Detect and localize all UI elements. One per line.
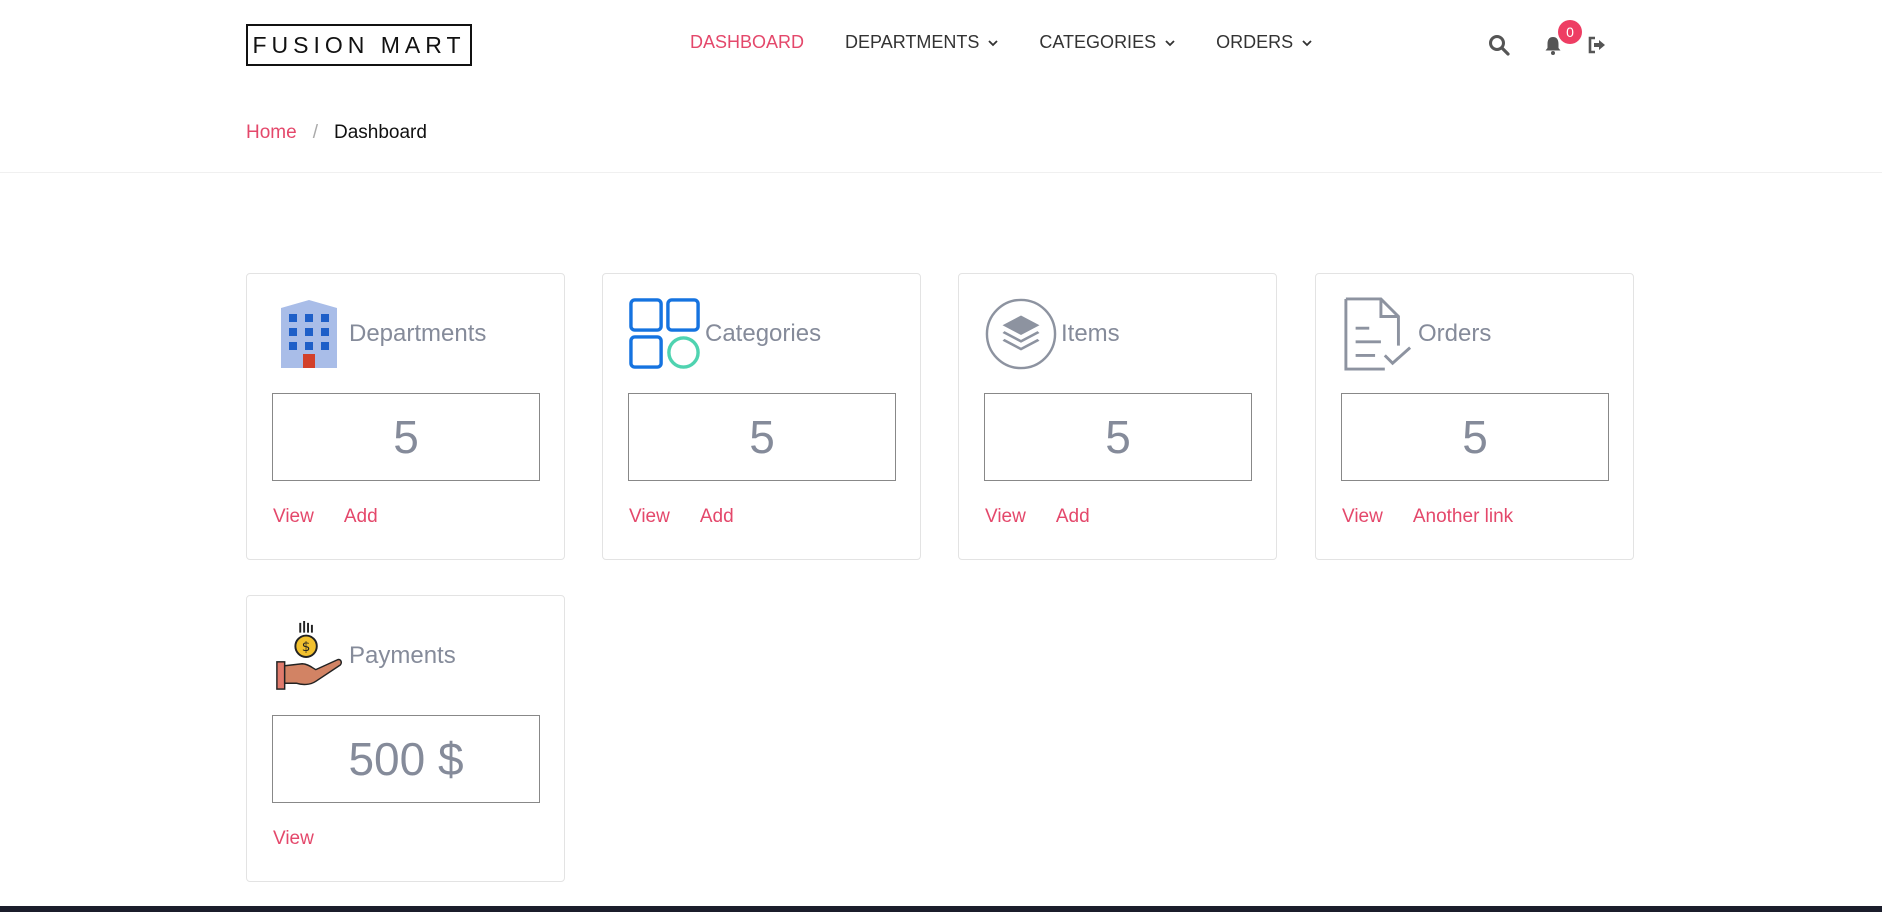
view-link[interactable]: View — [985, 506, 1026, 528]
breadcrumb-home[interactable]: Home — [246, 122, 297, 144]
categories-card: Categories 5 View Add — [602, 273, 921, 560]
logout-button[interactable] — [1586, 34, 1608, 56]
building-icon — [273, 298, 345, 370]
layers-icon — [985, 298, 1057, 370]
search-button[interactable] — [1488, 34, 1510, 56]
card-title: Payments — [349, 642, 456, 669]
card-title: Categories — [705, 320, 822, 347]
card-value: 5 — [272, 393, 540, 481]
card-title: Orders — [1418, 320, 1492, 347]
card-links: View — [273, 828, 344, 850]
add-link[interactable]: Add — [344, 506, 378, 528]
hand-coin-icon: $ — [273, 620, 345, 692]
card-value: 5 — [1341, 393, 1609, 481]
nav-categories[interactable]: CATEGORIES — [1039, 32, 1176, 53]
chevron-down-icon — [1165, 39, 1175, 46]
another-link[interactable]: Another link — [1413, 506, 1513, 528]
card-value: 5 — [984, 393, 1252, 481]
payments-card: $ Payments 500 $ View — [246, 595, 565, 882]
breadcrumb: Home / Dashboard — [246, 122, 427, 144]
view-link[interactable]: View — [273, 506, 314, 528]
card-header: Orders — [1342, 297, 1492, 371]
view-link[interactable]: View — [273, 828, 314, 850]
card-links: View Add — [629, 506, 764, 528]
departments-card: Departments 5 View Add — [246, 273, 565, 560]
nav-departments-label: DEPARTMENTS — [845, 32, 980, 52]
view-link[interactable]: View — [629, 506, 670, 528]
card-links: View Add — [273, 506, 408, 528]
card-links: View Another link — [1342, 506, 1543, 528]
grid-icon — [629, 298, 701, 370]
nav-dashboard[interactable]: DASHBOARD — [690, 32, 804, 53]
nav-departments[interactable]: DEPARTMENTS — [845, 32, 999, 53]
chevron-down-icon — [1302, 39, 1312, 46]
card-header: Categories — [629, 298, 821, 370]
header-icons: 0 — [1488, 20, 1640, 56]
footer-bar — [0, 906, 1882, 912]
card-header: Items — [985, 298, 1120, 370]
chevron-down-icon — [988, 39, 999, 46]
main-nav: DASHBOARD DEPARTMENTS CATEGORIES ORDERS — [690, 32, 1353, 53]
card-links: View Add — [985, 506, 1120, 528]
top-navbar: FUSION MART DASHBOARD DEPARTMENTS CATEGO… — [0, 0, 1882, 92]
breadcrumb-separator: / — [312, 122, 318, 143]
card-value: 5 — [628, 393, 896, 481]
card-header: $ Payments — [273, 620, 456, 692]
nav-categories-label: CATEGORIES — [1039, 32, 1157, 52]
nav-dashboard-label: DASHBOARD — [690, 32, 805, 52]
card-header: Departments — [273, 298, 486, 370]
notifications-button[interactable]: 0 — [1542, 20, 1582, 56]
card-value: 500 $ — [272, 715, 540, 803]
document-check-icon — [1342, 297, 1414, 371]
search-icon — [1489, 35, 1510, 56]
add-link[interactable]: Add — [1056, 506, 1090, 528]
svg-text:$: $ — [302, 639, 311, 655]
nav-orders[interactable]: ORDERS — [1216, 32, 1313, 53]
nav-orders-label: ORDERS — [1216, 32, 1294, 52]
items-card: Items 5 View Add — [958, 273, 1277, 560]
breadcrumb-current: Dashboard — [333, 122, 427, 143]
add-link[interactable]: Add — [700, 506, 734, 528]
header-divider — [0, 172, 1882, 173]
card-title: Departments — [349, 320, 487, 347]
card-title: Items — [1061, 320, 1120, 347]
orders-card: Orders 5 View Another link — [1315, 273, 1634, 560]
view-link[interactable]: View — [1342, 506, 1383, 528]
sign-out-icon — [1588, 36, 1605, 54]
notification-badge: 0 — [1558, 20, 1582, 44]
brand-logo[interactable]: FUSION MART — [246, 24, 472, 66]
